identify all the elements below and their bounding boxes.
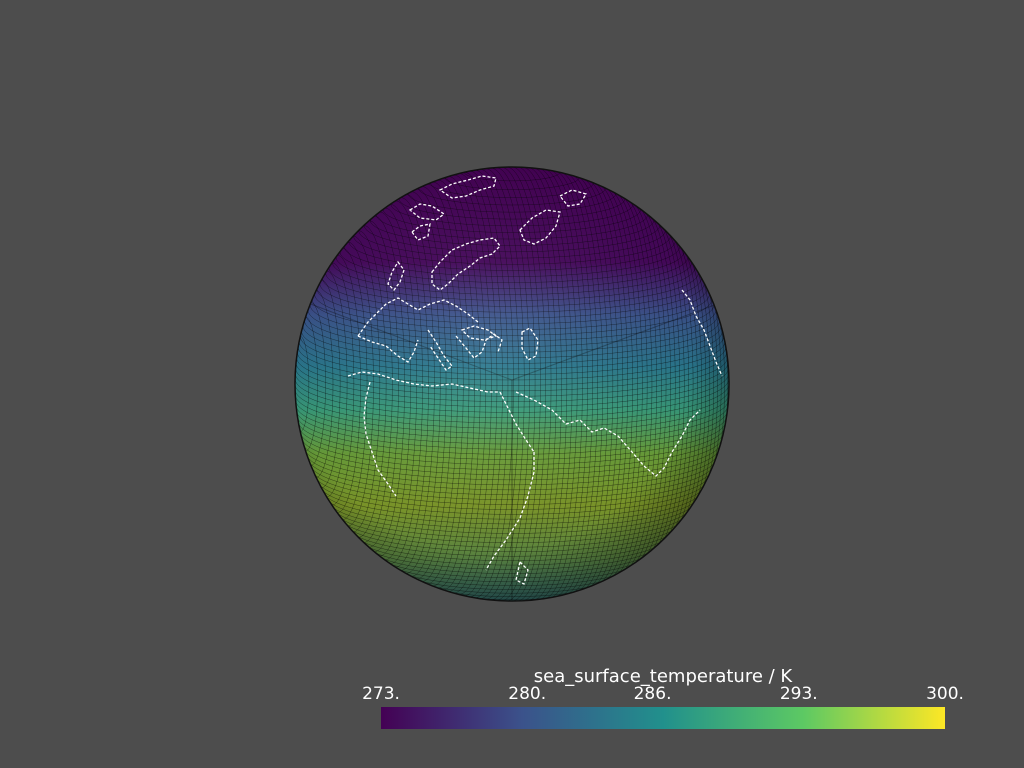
globe-shading <box>295 167 729 601</box>
render-viewport[interactable]: sea_surface_temperature / K 273. 280. 286.… <box>0 0 1024 768</box>
colorbar-tick-label: 293. <box>779 684 818 704</box>
colorbar-tick-label: 280. <box>508 684 547 704</box>
colorbar-tick-label: 273. <box>362 684 400 704</box>
colorbar-tick-label: 286. <box>633 684 672 704</box>
globe-render[interactable] <box>0 0 1024 768</box>
colorbar-tick-label: 300. <box>926 684 964 704</box>
colorbar <box>381 707 945 729</box>
